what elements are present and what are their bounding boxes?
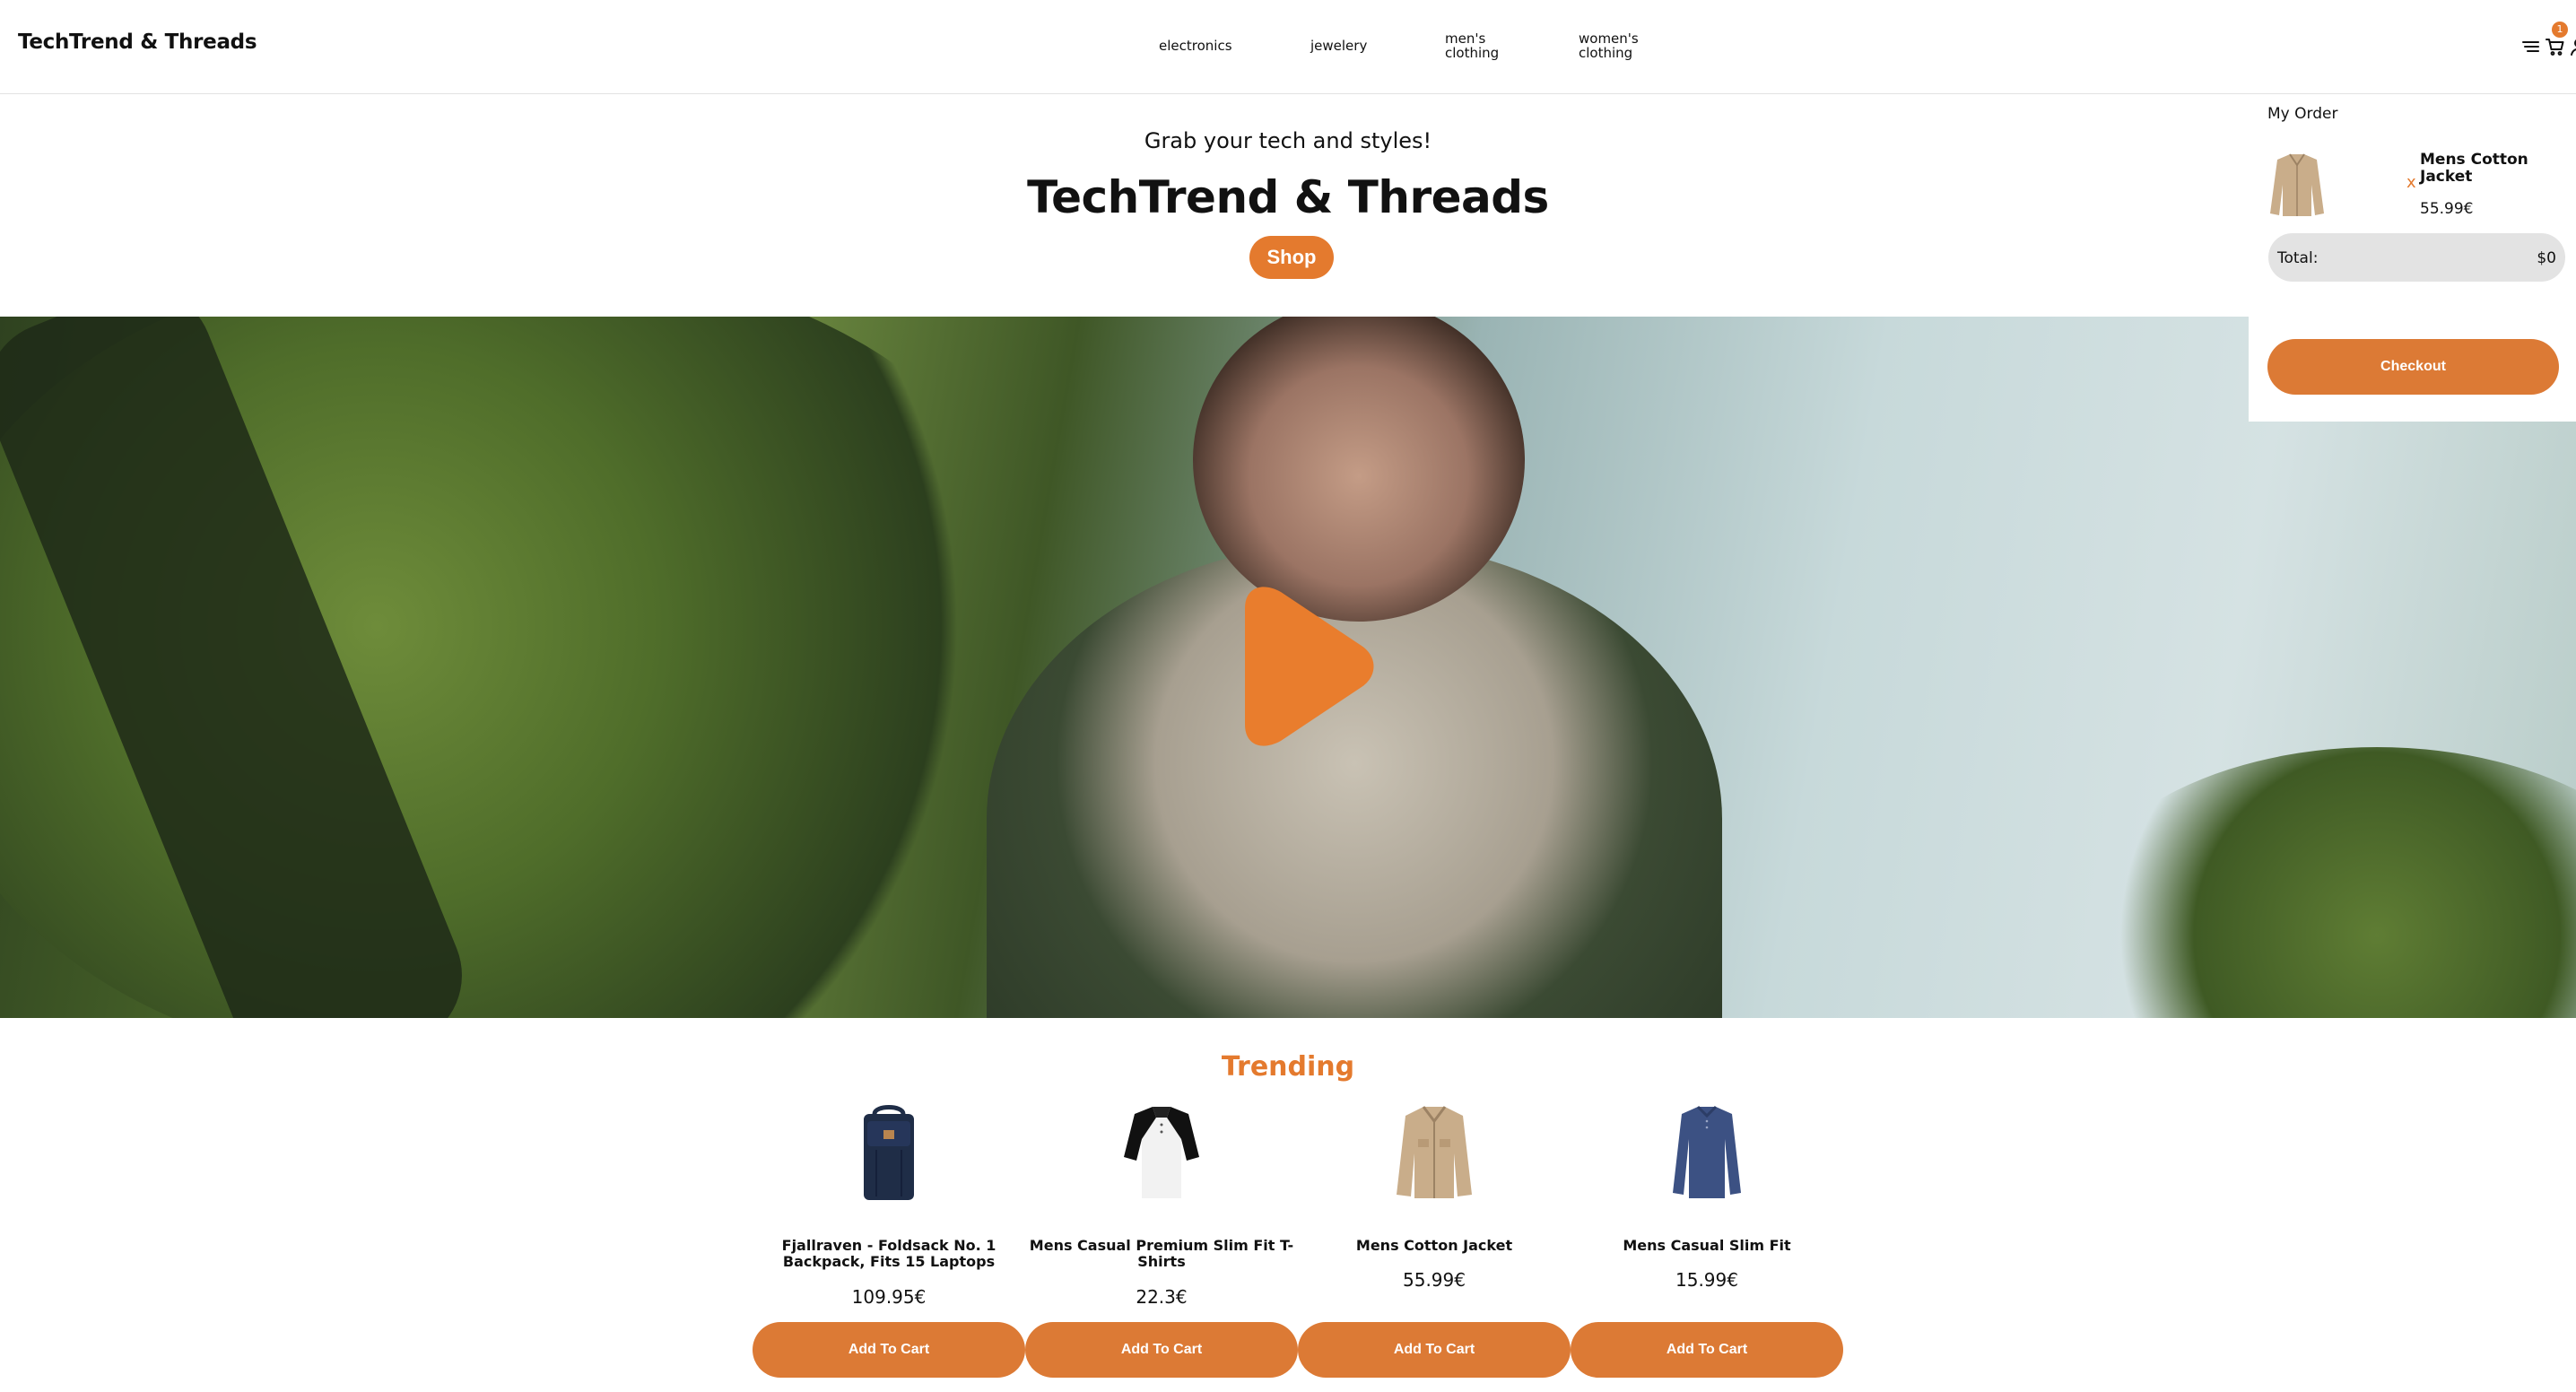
add-to-cart-button[interactable]: Add To Cart: [1571, 1322, 1843, 1378]
brand-logo[interactable]: TechTrend & Threads: [18, 30, 257, 54]
hero-video[interactable]: [0, 317, 2576, 1018]
hero-title: TechTrend & Threads: [1027, 171, 1549, 223]
product-price: 109.95€: [851, 1286, 927, 1308]
tshirt-image[interactable]: [1117, 1103, 1206, 1202]
add-to-cart-button[interactable]: Add To Cart: [1298, 1322, 1571, 1378]
product-name[interactable]: Mens Casual Premium Slim Fit T-Shirts: [1025, 1238, 1298, 1270]
nav-link-mens-clothing[interactable]: men's clothing: [1445, 31, 1526, 60]
cart-total-value: $0: [2537, 249, 2556, 267]
product-name[interactable]: Fjallraven - Foldsack No. 1 Backpack, Fi…: [753, 1238, 1025, 1270]
add-to-cart-button[interactable]: Add To Cart: [1025, 1322, 1298, 1378]
product-price: 15.99€: [1675, 1269, 1738, 1291]
nav-link-womens-clothing[interactable]: women's clothing: [1579, 31, 1659, 60]
hero-subtitle: Grab your tech and styles!: [1144, 128, 1432, 153]
product-name[interactable]: Mens Cotton Jacket: [1298, 1238, 1571, 1254]
product-card: Fjallraven - Foldsack No. 1 Backpack, Fi…: [753, 1099, 1025, 1386]
add-to-cart-button[interactable]: Add To Cart: [753, 1322, 1025, 1378]
nav-link-electronics[interactable]: electronics: [1159, 39, 1232, 53]
cart-item-name: Mens Cotton Jacket: [2420, 151, 2528, 186]
product-name[interactable]: Mens Casual Slim Fit: [1571, 1238, 1843, 1254]
hero-section: Grab your tech and styles! TechTrend & T…: [0, 94, 2576, 317]
longsleeve-image[interactable]: [1662, 1103, 1752, 1202]
backpack-image[interactable]: [844, 1103, 934, 1202]
product-price: 55.99€: [1403, 1269, 1466, 1291]
cart-total-bar: Total: $0: [2268, 233, 2565, 282]
play-icon[interactable]: [1218, 581, 1379, 752]
trending-products: Fjallraven - Foldsack No. 1 Backpack, Fi…: [753, 1099, 1843, 1386]
cart-heading: My Order: [2267, 105, 2338, 123]
user-icon[interactable]: [2565, 30, 2576, 63]
header-icons: 1: [2432, 22, 2576, 63]
trending-heading: Trending: [1221, 1051, 1355, 1083]
cart-item-price: 55.99€: [2420, 200, 2474, 218]
product-card: Mens Casual Premium Slim Fit T-Shirts 22…: [1025, 1099, 1298, 1386]
category-nav: electronics jewelery men's clothing wome…: [0, 29, 2576, 65]
cart-total-label: Total:: [2277, 249, 2319, 267]
product-price: 22.3€: [1136, 1286, 1188, 1308]
nav-link-jewelery[interactable]: jewelery: [1310, 39, 1367, 53]
shop-button[interactable]: Shop: [1249, 236, 1334, 279]
video-foliage-right: [2063, 747, 2576, 1018]
cart-item-image: [2270, 153, 2324, 216]
top-navigation-bar: TechTrend & Threads electronics jewelery…: [0, 0, 2576, 94]
jacket-image[interactable]: [1389, 1103, 1479, 1202]
checkout-button[interactable]: Checkout: [2267, 339, 2559, 395]
cart-drawer: My Order x Mens Cotton Jacket 55.99€ Tot…: [2249, 94, 2576, 422]
product-card: Mens Casual Slim Fit 15.99€ Add To Cart: [1571, 1099, 1843, 1386]
product-card: Mens Cotton Jacket 55.99€ Add To Cart: [1298, 1099, 1571, 1386]
menu-icon[interactable]: [2518, 30, 2545, 63]
